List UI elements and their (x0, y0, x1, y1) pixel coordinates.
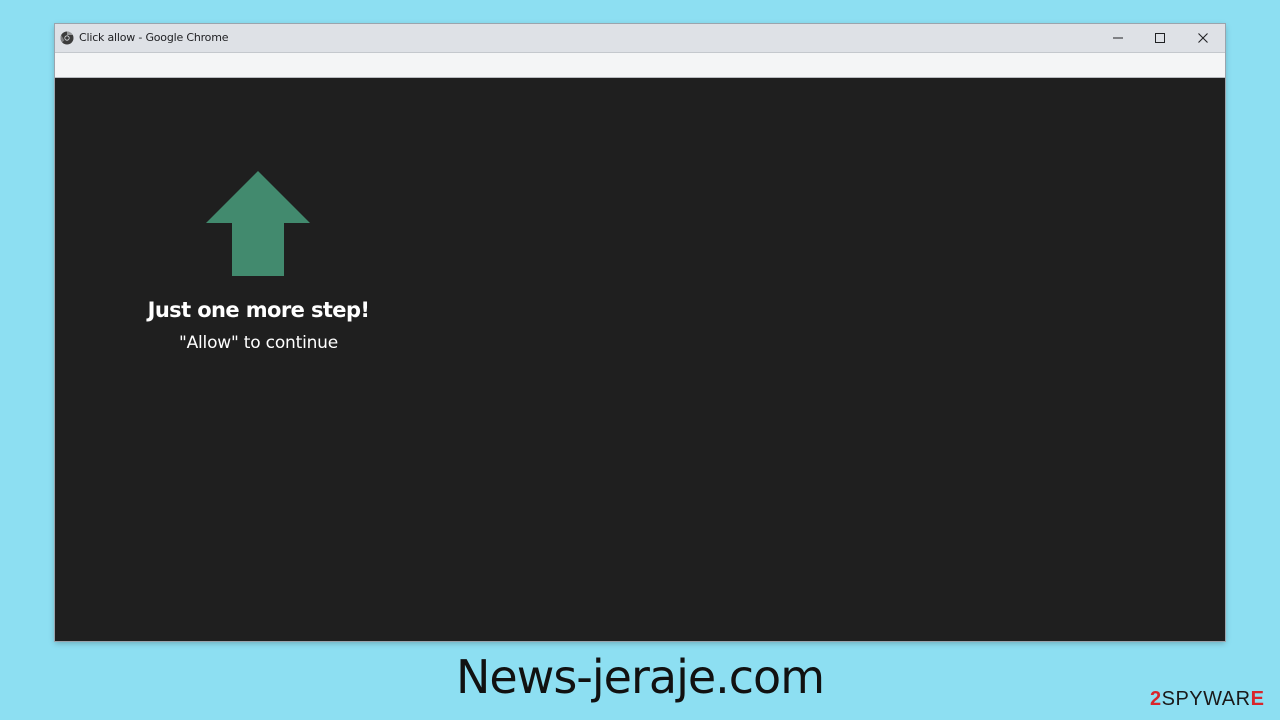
maximize-icon (1155, 33, 1165, 43)
browser-toolbar (55, 53, 1225, 78)
browser-window: Click allow - Google Chrome Just one mor… (55, 24, 1225, 641)
page-viewport: Just one more step! "Allow" to continue (55, 78, 1225, 641)
watermark-logo: 2SPYWARE (1150, 688, 1272, 714)
minimize-button[interactable] (1097, 24, 1139, 52)
watermark-middle: SPYWAR (1161, 688, 1251, 710)
close-icon (1198, 33, 1208, 43)
close-button[interactable] (1182, 24, 1224, 52)
minimize-icon (1113, 37, 1123, 39)
watermark-prefix: 2 (1150, 688, 1162, 710)
chrome-icon (60, 31, 74, 45)
caption-title: News-jeraje.com (455, 650, 825, 704)
title-bar[interactable]: Click allow - Google Chrome (55, 24, 1225, 53)
window-title: Click allow - Google Chrome (79, 31, 229, 44)
watermark-suffix: E (1250, 688, 1265, 710)
page-headline: Just one more step! (147, 298, 370, 322)
maximize-button[interactable] (1139, 24, 1181, 52)
up-arrow-icon (206, 171, 310, 276)
page-subline: "Allow" to continue (178, 333, 338, 353)
